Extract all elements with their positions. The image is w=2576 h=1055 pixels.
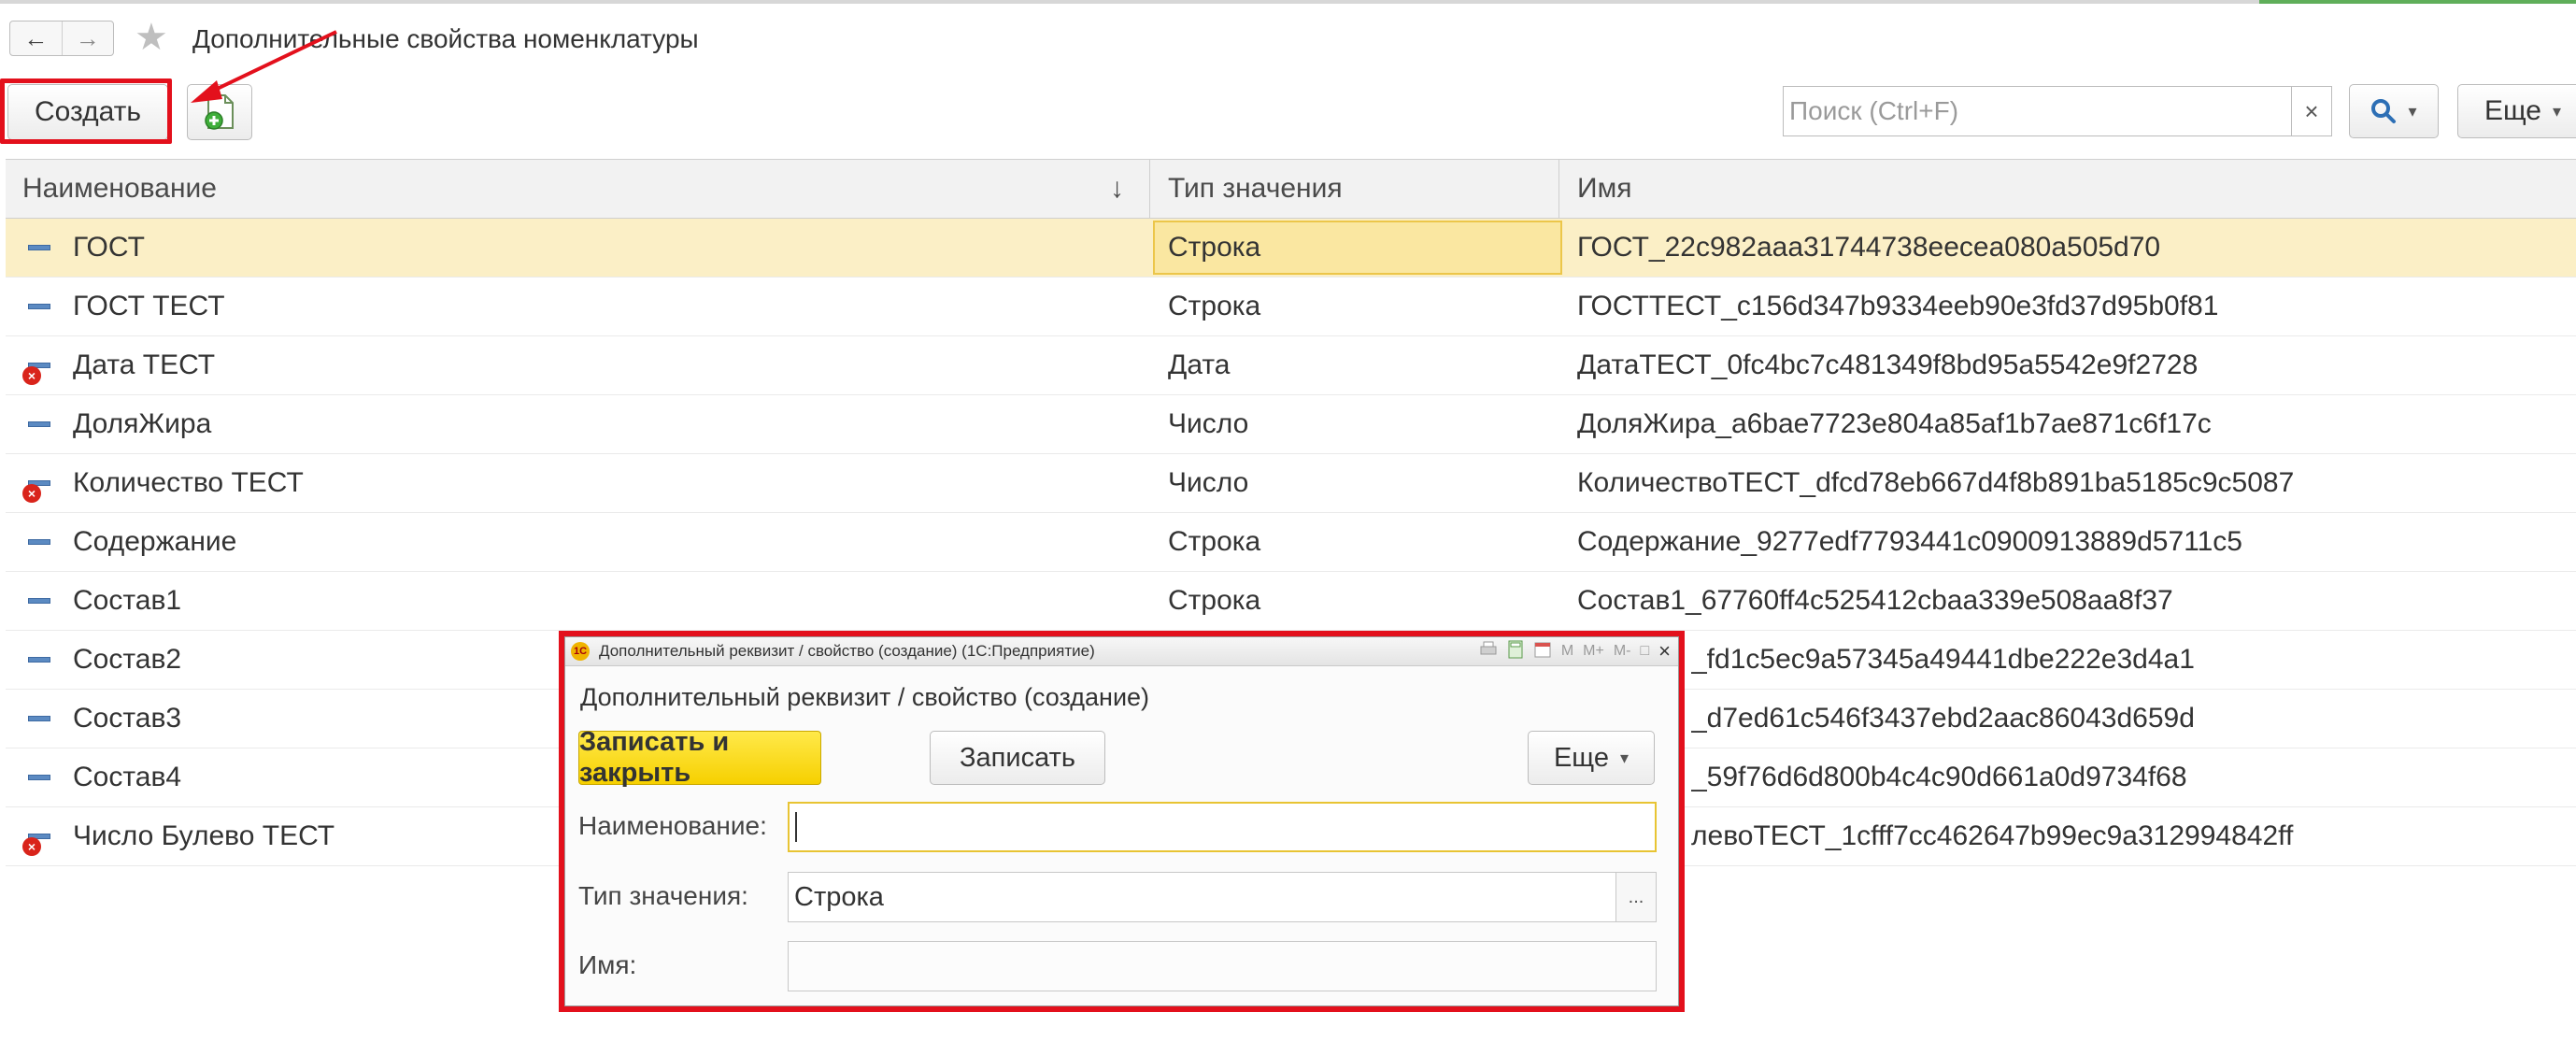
more-label: Еще — [2483, 95, 2541, 126]
attribute-icon — [28, 655, 50, 664]
search-button[interactable]: ▾ — [2349, 84, 2439, 138]
forward-icon[interactable]: → — [61, 21, 114, 55]
top-border — [0, 0, 2576, 4]
attribute-icon — [28, 243, 50, 252]
attribute-icon — [28, 714, 50, 723]
active-tab-indicator — [2259, 0, 2576, 4]
favorite-star-icon[interactable]: ★ — [135, 17, 168, 58]
attribute-icon — [28, 537, 50, 547]
cell-name[interactable]: ГОСТ — [73, 219, 1101, 277]
table-header: Наименование ↓ Тип значения Имя — [6, 159, 2576, 219]
cell-name[interactable]: ГОСТ ТЕСТ — [73, 278, 1101, 335]
cell-id[interactable]: ГОСТТЕСТ_c156d347b9334eeb90e3fd37d95b0f8… — [1577, 278, 2568, 335]
copy-button[interactable] — [187, 84, 252, 140]
cell-name[interactable]: Дата ТЕСТ — [73, 336, 1101, 394]
cell-id[interactable]: КоличествоТЕСТ_dfcd78eb667d4f8b891ba5185… — [1577, 454, 2568, 512]
deleted-attribute-icon: × — [22, 478, 50, 503]
highlight-frame-create — [0, 78, 172, 144]
cell-id[interactable]: _d7ed61c546f3437ebd2aac86043d659d — [1691, 690, 2569, 748]
cell-id[interactable]: ГОСТ_22c982aaa31744738eecea080a505d70 — [1577, 219, 2568, 277]
table-row[interactable]: Содержание Строка Содержание_9277edf779344… — [6, 513, 2576, 572]
highlight-frame-dialog — [559, 631, 1685, 1012]
column-header-name[interactable]: Наименование — [22, 160, 217, 218]
cell-type[interactable]: Строка — [1168, 572, 1542, 630]
cell-type[interactable]: Дата — [1168, 336, 1542, 394]
attribute-icon — [28, 773, 50, 782]
table-row[interactable]: ДоляЖира Число ДоляЖира_a6bae7723e804a85af… — [6, 395, 2576, 454]
table-row[interactable]: Состав1 Строка Состав1_67760ff4c525412cbaa… — [6, 572, 2576, 631]
table-row[interactable]: × Количество ТЕСТ Число КоличествоТЕСТ_dfcd… — [6, 454, 2576, 513]
search-input[interactable]: Поиск (Ctrl+F) — [1783, 86, 2332, 136]
table-row[interactable]: ГОСТ Строка ГОСТ_22c982aaa31744738eecea080… — [6, 219, 2576, 278]
more-button[interactable]: Еще ▾ — [2457, 84, 2576, 138]
cell-type[interactable]: Строка — [1168, 278, 1542, 335]
sort-indicator-icon[interactable]: ↓ — [1110, 160, 1124, 218]
delete-mark-icon: × — [22, 484, 41, 503]
chevron-down-icon: ▾ — [2553, 101, 2562, 121]
cell-type[interactable]: Число — [1168, 395, 1542, 453]
table-row[interactable]: × Дата ТЕСТ Дата ДатаТЕСТ_0fc4bc7c481349f8b… — [6, 336, 2576, 395]
cell-type[interactable]: Строка — [1168, 219, 1542, 277]
deleted-attribute-icon: × — [22, 361, 50, 385]
cell-id[interactable]: ДоляЖира_a6bae7723e804a85af1b7ae871c6f17… — [1577, 395, 2568, 453]
cell-id[interactable]: Состав1_67760ff4c525412cbaa339e508aa8f37 — [1577, 572, 2568, 630]
cell-id[interactable]: Содержание_9277edf7793441c0900913889d571… — [1577, 513, 2568, 571]
cell-name[interactable]: Содержание — [73, 513, 1101, 571]
page-title: Дополнительные свойства номенклатуры — [192, 24, 699, 53]
nav-buttons: ← → — [9, 21, 114, 56]
delete-mark-icon: × — [22, 366, 41, 385]
magnifier-icon — [2371, 99, 2397, 123]
cell-id[interactable]: _59f76d6d800b4c4c90d661a0d9734f68 — [1691, 748, 2569, 806]
cell-name[interactable]: Количество ТЕСТ — [73, 454, 1101, 512]
column-header-id[interactable]: Имя — [1577, 160, 1631, 218]
cell-name[interactable]: Состав1 — [73, 572, 1101, 630]
cell-id[interactable]: ДатаТЕСТ_0fc4bc7c481349f8bd95a5542e9f272… — [1577, 336, 2568, 394]
delete-mark-icon: × — [22, 837, 41, 856]
table-row[interactable]: ГОСТ ТЕСТ Строка ГОСТТЕСТ_c156d347b9334eeb… — [6, 278, 2576, 336]
attribute-icon — [28, 596, 50, 606]
back-icon[interactable]: ← — [10, 21, 62, 55]
clear-search-icon[interactable]: × — [2291, 86, 2332, 136]
cell-type[interactable]: Число — [1168, 454, 1542, 512]
cell-type[interactable]: Строка — [1168, 513, 1542, 571]
column-header-type[interactable]: Тип значения — [1168, 160, 1343, 218]
chevron-down-icon: ▾ — [2408, 101, 2417, 121]
copy-add-icon — [205, 94, 234, 130]
attribute-icon — [28, 302, 50, 311]
cell-id[interactable]: _fd1c5ec9a57345a49441dbe222e3d4a1 — [1691, 631, 2569, 689]
attribute-icon — [28, 420, 50, 429]
deleted-attribute-icon: × — [22, 832, 50, 856]
cell-id[interactable]: левоТЕСТ_1cfff7cc462647b99ec9a312994842f… — [1691, 807, 2569, 865]
cell-name[interactable]: ДоляЖира — [73, 395, 1101, 453]
